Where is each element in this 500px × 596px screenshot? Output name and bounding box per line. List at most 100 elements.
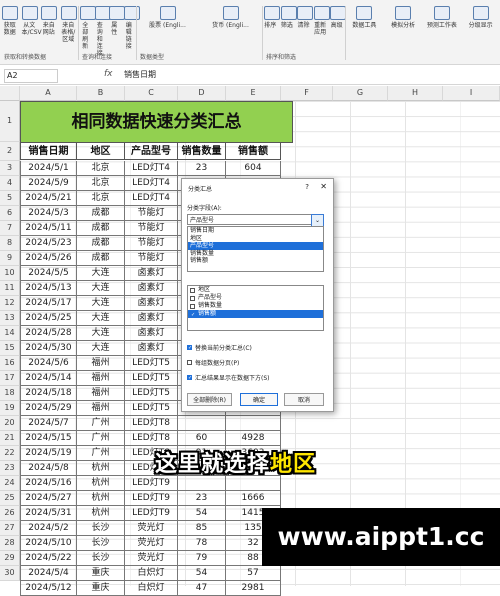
column-header[interactable]: B <box>77 86 125 101</box>
checkbox[interactable] <box>187 360 192 365</box>
ribbon-button[interactable]: 来自网站 <box>41 6 57 36</box>
dropdown-option[interactable]: 销售数量 <box>188 250 323 258</box>
ribbon-button[interactable]: 全部刷新 <box>80 6 96 50</box>
table-cell[interactable]: 2024/5/26 <box>20 251 77 266</box>
row-header[interactable]: 6 <box>0 206 20 221</box>
table-cell[interactable]: 2024/5/31 <box>20 506 77 521</box>
column-title-cell[interactable]: 产品型号 <box>125 142 178 160</box>
ribbon-button[interactable]: 获取数据 <box>2 6 18 36</box>
table-cell[interactable]: 2024/5/21 <box>20 191 77 206</box>
table-cell[interactable]: 2024/5/6 <box>20 356 77 371</box>
table-cell[interactable]: 长沙 <box>77 536 125 551</box>
row-header[interactable]: 8 <box>0 236 20 251</box>
table-cell[interactable]: 2024/5/18 <box>20 386 77 401</box>
table-cell[interactable]: 79 <box>178 551 226 566</box>
ribbon-button[interactable]: 属性 <box>109 6 125 36</box>
table-cell[interactable]: 2024/5/13 <box>20 281 77 296</box>
row-header[interactable]: 20 <box>0 416 20 431</box>
table-cell[interactable]: 2981 <box>226 581 281 596</box>
table-cell[interactable]: 杭州 <box>77 491 125 506</box>
checkbox[interactable] <box>190 287 195 293</box>
ribbon-button[interactable]: 预测工作表 <box>425 6 460 29</box>
column-header[interactable]: D <box>178 86 226 101</box>
table-cell[interactable]: 2024/5/23 <box>20 236 77 251</box>
column-title-cell[interactable]: 地区 <box>77 142 125 160</box>
formula-input[interactable]: 销售日期 <box>124 69 156 80</box>
table-cell[interactable]: 大连 <box>77 326 125 341</box>
table-cell[interactable]: 2024/5/19 <box>20 446 77 461</box>
table-cell[interactable]: 2024/5/4 <box>20 566 77 581</box>
ribbon-button[interactable]: 从文本/CSV <box>21 6 42 36</box>
group-by-select[interactable]: 产品型号 ⌄ <box>187 214 324 227</box>
table-cell[interactable]: 北京 <box>77 176 125 191</box>
column-title-cell[interactable]: 销售日期 <box>20 142 77 160</box>
row-header[interactable]: 13 <box>0 311 20 326</box>
table-cell[interactable]: 节能灯 <box>125 221 178 236</box>
table-cell[interactable]: 荧光灯 <box>125 521 178 536</box>
table-cell[interactable]: 4928 <box>226 431 281 446</box>
ribbon-button[interactable]: 重新应用 <box>313 6 330 36</box>
table-cell[interactable]: 成都 <box>77 206 125 221</box>
table-cell[interactable]: 2024/5/15 <box>20 431 77 446</box>
table-cell[interactable]: LED灯T4 <box>125 176 178 191</box>
table-cell[interactable]: 23 <box>178 491 226 506</box>
table-cell[interactable]: 2024/5/5 <box>20 266 77 281</box>
subtotal-item[interactable]: ✓ 销售额 <box>188 310 323 318</box>
row-header[interactable]: 3 <box>0 161 20 176</box>
table-cell[interactable]: 卤素灯 <box>125 341 178 356</box>
table-cell[interactable]: 85 <box>178 521 226 536</box>
table-cell[interactable]: 2024/5/8 <box>20 461 77 476</box>
table-cell[interactable]: LED灯T4 <box>125 161 178 176</box>
row-header[interactable]: 21 <box>0 431 20 446</box>
column-header[interactable]: F <box>281 86 333 101</box>
table-cell[interactable]: 1666 <box>226 491 281 506</box>
table-cell[interactable]: 北京 <box>77 161 125 176</box>
table-cell[interactable]: 福州 <box>77 356 125 371</box>
table-cell[interactable]: 节能灯 <box>125 236 178 251</box>
cancel-button[interactable]: 取消 <box>284 393 324 406</box>
table-cell[interactable]: 卤素灯 <box>125 281 178 296</box>
table-cell[interactable]: 福州 <box>77 386 125 401</box>
table-cell[interactable]: 杭州 <box>77 476 125 491</box>
table-cell[interactable]: 广州 <box>77 416 125 431</box>
dropdown-option[interactable]: 产品型号 <box>188 242 323 250</box>
table-cell[interactable]: LED灯T8 <box>125 431 178 446</box>
help-icon[interactable]: ? <box>305 183 309 191</box>
column-title-cell[interactable]: 销售数量 <box>178 142 226 160</box>
table-cell[interactable]: 54 <box>178 566 226 581</box>
row-header[interactable]: 28 <box>0 536 20 551</box>
table-cell[interactable]: 23 <box>178 161 226 176</box>
row-header[interactable]: 1 <box>0 101 20 142</box>
table-cell[interactable]: LED灯T5 <box>125 386 178 401</box>
column-header[interactable]: I <box>443 86 500 101</box>
option-checkbox[interactable]: ✓ 汇总结果显示在数据下方(S) <box>187 373 270 382</box>
column-header[interactable]: C <box>125 86 178 101</box>
column-header[interactable]: A <box>20 86 77 101</box>
table-cell[interactable]: 大连 <box>77 281 125 296</box>
table-cell[interactable]: 成都 <box>77 221 125 236</box>
table-cell[interactable]: 福州 <box>77 401 125 416</box>
row-header[interactable]: 23 <box>0 461 20 476</box>
row-header[interactable]: 26 <box>0 506 20 521</box>
table-cell[interactable]: 卤素灯 <box>125 326 178 341</box>
table-cell[interactable]: 2024/5/12 <box>20 581 77 596</box>
ribbon-button[interactable]: 编辑链接 <box>123 6 140 50</box>
table-cell[interactable]: 2024/5/16 <box>20 476 77 491</box>
table-cell[interactable]: 54 <box>178 506 226 521</box>
table-cell[interactable]: LED灯T9 <box>125 491 178 506</box>
dropdown-option[interactable]: 销售额 <box>188 257 323 265</box>
table-cell[interactable]: LED灯T5 <box>125 401 178 416</box>
table-cell[interactable]: 节能灯 <box>125 251 178 266</box>
table-cell[interactable]: 长沙 <box>77 551 125 566</box>
row-header[interactable]: 2 <box>0 142 20 161</box>
table-cell[interactable]: 47 <box>178 581 226 596</box>
table-cell[interactable]: LED灯T5 <box>125 356 178 371</box>
table-cell[interactable]: 长沙 <box>77 521 125 536</box>
table-cell[interactable]: 大连 <box>77 341 125 356</box>
row-header[interactable]: 4 <box>0 176 20 191</box>
table-cell[interactable]: 2024/5/1 <box>20 161 77 176</box>
ribbon-button[interactable]: 高级 <box>330 6 347 29</box>
table-cell[interactable]: 广州 <box>77 431 125 446</box>
table-cell[interactable]: 杭州 <box>77 461 125 476</box>
table-cell[interactable]: LED灯T9 <box>125 476 178 491</box>
